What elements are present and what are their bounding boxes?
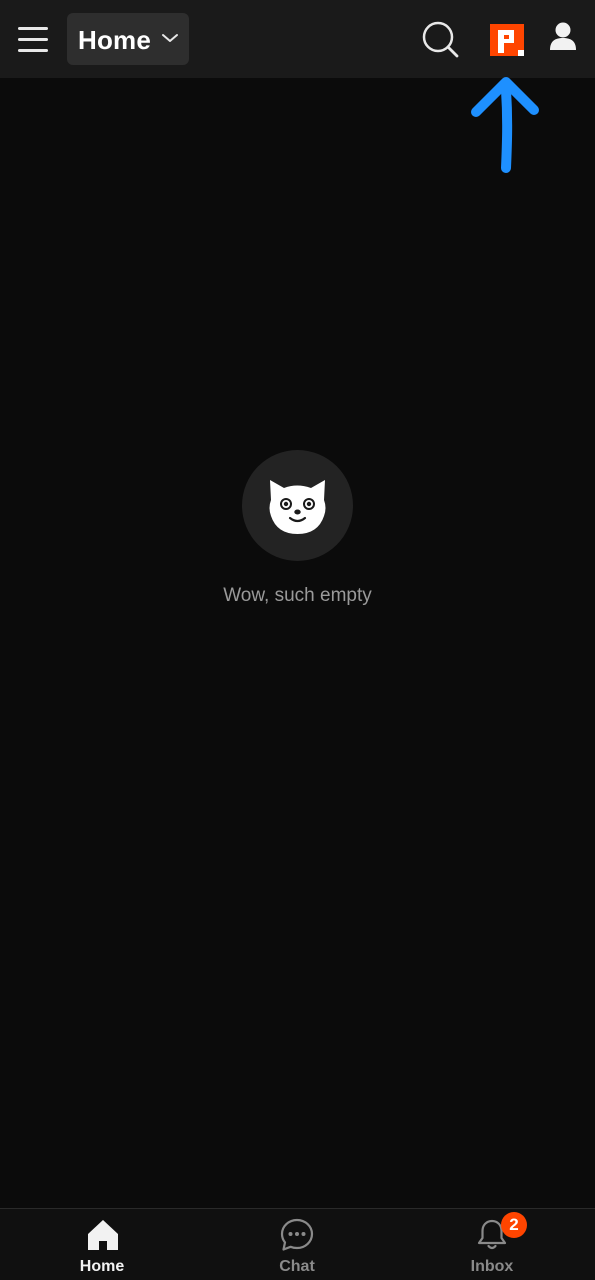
snoo-cat-icon	[269, 480, 326, 534]
nav-item-chat[interactable]: Chat	[198, 1209, 396, 1280]
empty-state-message: Wow, such empty	[223, 585, 372, 606]
chat-icon	[280, 1218, 314, 1251]
profile-icon	[550, 22, 576, 50]
nav-item-home[interactable]: Home	[3, 1209, 201, 1280]
feed-selector-label: Home	[78, 25, 152, 55]
bottom-nav: Home Chat 2 Inbox	[0, 1208, 595, 1280]
inbox-badge: 2	[501, 1212, 527, 1238]
search-icon	[422, 21, 459, 58]
premium-icon	[490, 24, 524, 56]
top-bar: Home	[0, 0, 595, 78]
chevron-down-icon	[162, 34, 178, 42]
nav-label-chat: Chat	[279, 1258, 315, 1275]
menu-button[interactable]	[10, 18, 56, 60]
premium-button[interactable]	[486, 20, 528, 60]
search-button[interactable]	[418, 17, 462, 61]
nav-label-inbox: Inbox	[470, 1258, 514, 1275]
home-icon	[88, 1220, 118, 1250]
empty-state-avatar	[242, 450, 353, 561]
nav-label-home: Home	[79, 1258, 125, 1275]
app-screen: Home Wow, such empty Home Chat 2 Inbox	[0, 0, 595, 1280]
nav-item-inbox[interactable]: 2 Inbox	[393, 1209, 591, 1280]
profile-button[interactable]	[544, 18, 582, 56]
annotation-arrow-icon	[471, 77, 539, 173]
feed-selector-button[interactable]: Home	[67, 13, 189, 65]
